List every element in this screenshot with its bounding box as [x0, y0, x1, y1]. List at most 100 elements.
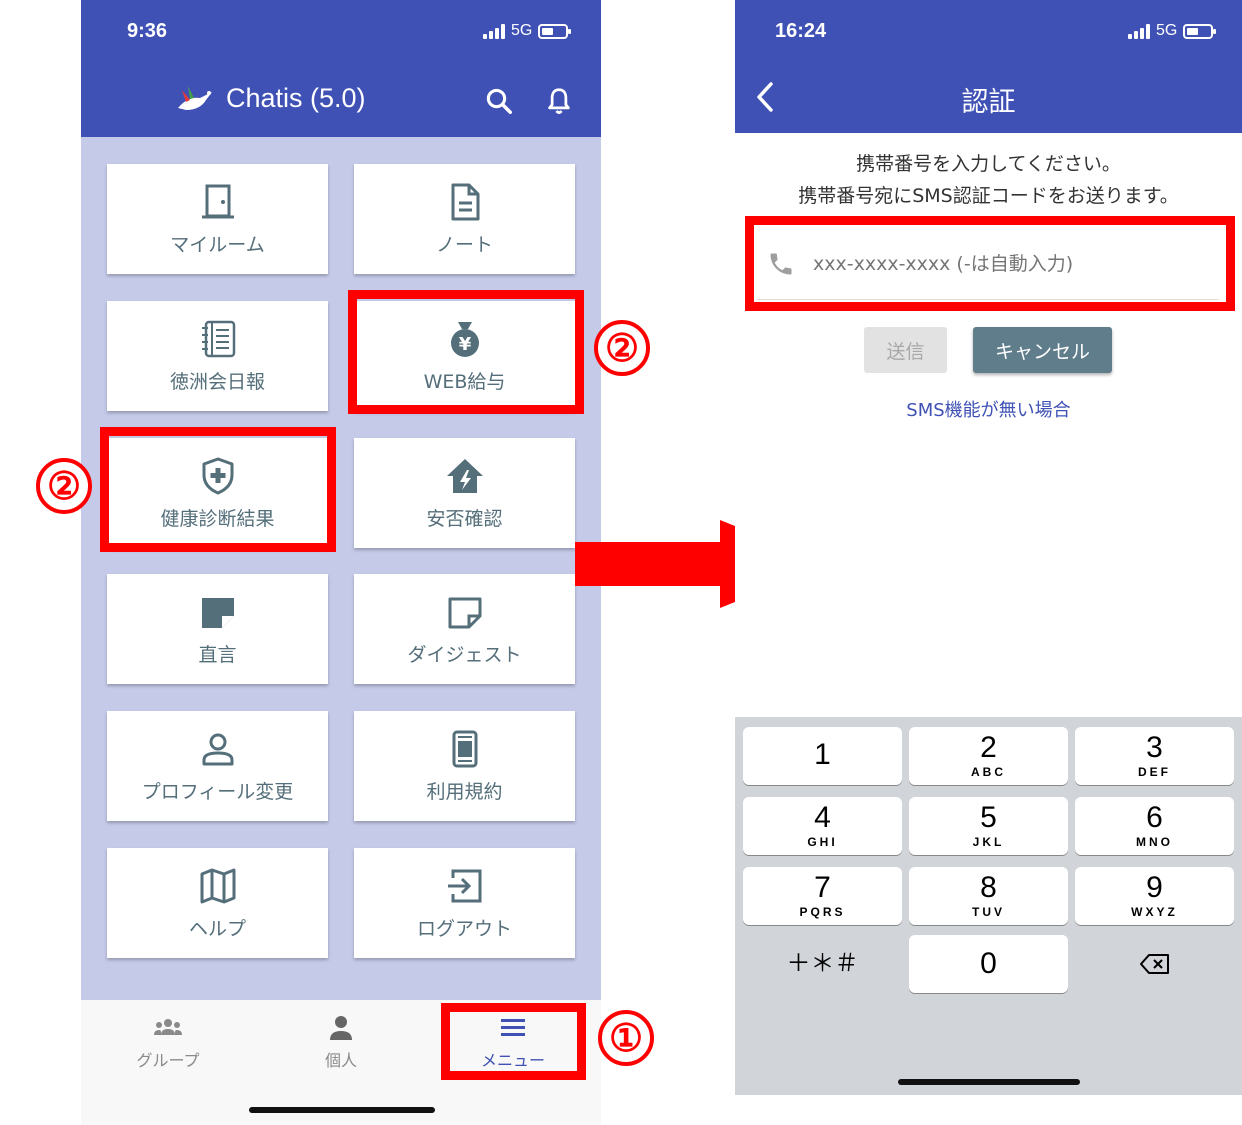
bird-logo-icon: [178, 86, 212, 110]
map-icon: [200, 868, 235, 903]
tile-label: ダイジェスト: [407, 643, 522, 666]
tile-label: ノート: [435, 233, 493, 256]
search-icon[interactable]: [484, 86, 514, 116]
key-letters: GHI: [807, 835, 838, 849]
app-header: 9:36 5G Chatis (5.0): [81, 0, 601, 137]
nav-label: 個人: [324, 1051, 357, 1070]
auth-screen: 16:24 5G 認証 携帯番号を入力してください。 携帯番号宛にSMS認証コー…: [735, 0, 1242, 1095]
step-2-marker: ②: [594, 320, 650, 376]
network-label: 5G: [1156, 22, 1178, 39]
nav-label: グループ: [136, 1051, 200, 1070]
instruction-line-2: 携帯番号宛にSMS認証コードをお送ります。: [798, 185, 1179, 207]
key-4[interactable]: 4 GHI: [743, 797, 902, 855]
key-digit: 3: [1146, 731, 1163, 764]
key-digit: 7: [814, 871, 831, 904]
key-letters: JKL: [972, 835, 1005, 849]
menu-tile-digest[interactable]: ダイジェスト: [354, 574, 575, 684]
tile-label: 利用規約: [426, 780, 503, 803]
key-8[interactable]: 8 TUV: [909, 867, 1068, 925]
tile-label: マイルーム: [170, 233, 265, 256]
key-digit: 6: [1146, 801, 1163, 834]
menu-tile-myroom[interactable]: マイルーム: [107, 164, 328, 274]
page-title: 認証: [961, 87, 1016, 118]
signal-icon: [1128, 23, 1150, 39]
highlight-menu-tab: [441, 1003, 586, 1080]
key-digit: 1: [814, 738, 831, 771]
key-letters: MNO: [1136, 835, 1173, 849]
network-label: 5G: [511, 22, 533, 39]
home-indicator: [249, 1107, 435, 1113]
tile-label: プロフィール変更: [141, 780, 294, 803]
tile-label: 直言: [198, 643, 237, 666]
menu-tile-profile[interactable]: プロフィール変更: [107, 711, 328, 821]
key-digit: 2: [980, 731, 997, 764]
key-1[interactable]: 1: [743, 727, 902, 785]
key-letters: WXYZ: [1131, 905, 1178, 919]
no-sms-link[interactable]: SMS機能が無い場合: [735, 396, 1242, 422]
key-7[interactable]: 7 PQRS: [743, 867, 902, 925]
nav-item-group[interactable]: グループ: [108, 1015, 228, 1071]
key-delete[interactable]: [1075, 935, 1234, 993]
numeric-keypad: 1 2 ABC 3 DEF 4 GHI 5 JKL 6 MNO 7 PQRS 8 TUV 9W…: [735, 717, 1242, 1095]
nav-item-personal[interactable]: 個人: [281, 1015, 401, 1071]
menu-tile-note[interactable]: ノート: [354, 164, 575, 274]
key-letters: TUV: [972, 905, 1005, 919]
logout-icon: [447, 869, 481, 902]
key-digit: 4: [814, 801, 831, 834]
tile-label: ヘルプ: [188, 917, 246, 940]
door-icon: [201, 184, 234, 218]
note-outline-icon: [448, 597, 481, 628]
tile-label: 安否確認: [426, 507, 503, 530]
status-indicators: 5G: [483, 22, 572, 40]
document-icon: [451, 183, 479, 220]
menu-tile-daily-report[interactable]: 徳洲会日報: [107, 301, 328, 411]
person-icon: [202, 733, 233, 765]
key-3[interactable]: 3 DEF: [1075, 727, 1234, 785]
instruction-text: 携帯番号を入力してください。 携帯番号宛にSMS認証コードをお送ります。: [735, 148, 1242, 212]
menu-screen: 9:36 5G Chatis (5.0) マイルーム ノート 徳洲会日報 ¥ W…: [81, 0, 601, 1125]
key-digit: 8: [980, 871, 997, 904]
terms-icon: [452, 730, 477, 767]
person-icon: [330, 1016, 352, 1040]
menu-tile-logout[interactable]: ログアウト: [354, 848, 575, 958]
highlight-web-salary: [348, 290, 584, 414]
send-button[interactable]: 送信: [864, 327, 947, 373]
key-5[interactable]: 5 JKL: [909, 797, 1068, 855]
step-1-marker: ①: [598, 1010, 654, 1066]
key-letters: ABC: [971, 765, 1006, 779]
battery-icon: [1183, 23, 1217, 39]
key-digit: 9: [1146, 871, 1163, 904]
menu-tile-help[interactable]: ヘルプ: [107, 848, 328, 958]
safety-house-icon: [446, 458, 483, 493]
tile-label: ログアウト: [416, 917, 512, 940]
key-2[interactable]: 2 ABC: [909, 727, 1068, 785]
status-time: 16:24: [775, 20, 827, 42]
key-6[interactable]: 6 MNO: [1075, 797, 1234, 855]
menu-tile-direct-voice[interactable]: 直言: [107, 574, 328, 684]
bell-icon[interactable]: [544, 86, 574, 116]
key-symbols[interactable]: ＋＊＃: [743, 935, 902, 993]
key-digit: 5: [980, 801, 997, 834]
highlight-phone-field: [745, 216, 1235, 311]
status-time: 9:36: [127, 20, 168, 42]
menu-tile-terms[interactable]: 利用規約: [354, 711, 575, 821]
app-header: 16:24 5G 認証: [735, 0, 1242, 133]
key-digit: ＋＊＃: [786, 950, 859, 977]
key-0[interactable]: 0: [909, 935, 1068, 993]
battery-icon: [538, 23, 572, 39]
notebook-icon: [201, 320, 235, 357]
key-letters: DEF: [1138, 765, 1171, 779]
instruction-line-1: 携帯番号を入力してください。: [856, 153, 1121, 175]
key-digit: 0: [980, 947, 997, 980]
app-title: Chatis (5.0): [176, 82, 366, 114]
note-filled-icon: [201, 597, 234, 628]
status-indicators: 5G: [1128, 22, 1217, 40]
cancel-button[interactable]: キャンセル: [973, 327, 1112, 373]
menu-tile-safety-check[interactable]: 安否確認: [354, 438, 575, 548]
tile-label: 徳洲会日報: [169, 370, 265, 393]
highlight-health-check: [100, 427, 336, 552]
signal-icon: [483, 23, 505, 39]
key-9[interactable]: 9 WXYZ: [1075, 867, 1234, 925]
step-2-marker: ②: [36, 458, 92, 514]
backspace-icon: [1139, 954, 1169, 974]
